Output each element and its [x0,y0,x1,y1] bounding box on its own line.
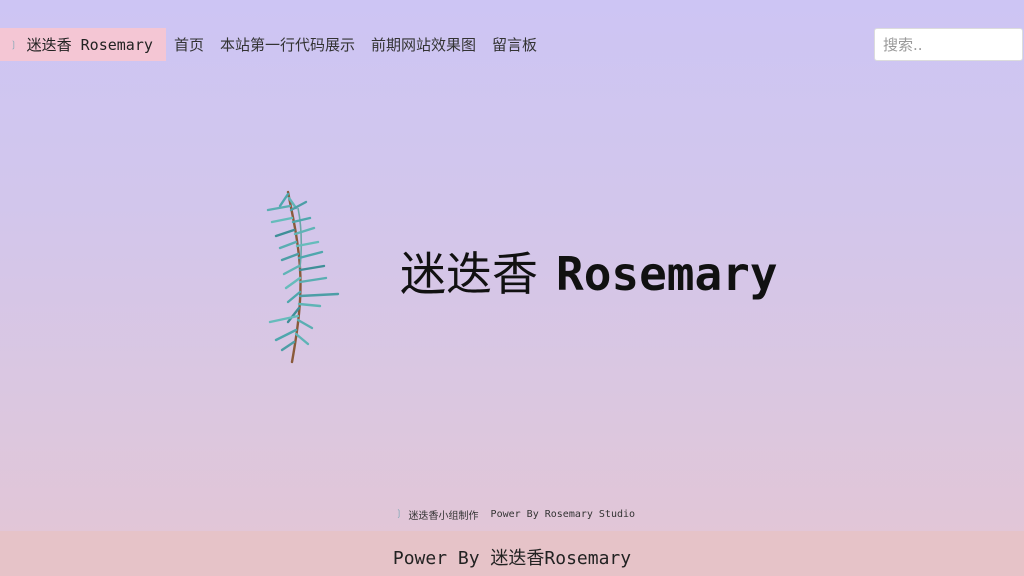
footer-text: Power By 迷迭香Rosemary [392,547,632,569]
credit-team: 迷迭香小组制作 [408,510,479,522]
credit-line: ❳ 迷迭香小组制作 Power By Rosemary Studio [395,506,635,522]
rosemary-image [266,190,340,364]
hero-title-cn: 迷迭香 [400,247,538,301]
navbar: ❳ 迷迭香 Rosemary 首页 本站第一行代码展示 前期网站效果图 留言板 [0,0,1024,88]
credit-studio: Power By Rosemary Studio [490,508,636,520]
brand-link[interactable]: ❳ 迷迭香 Rosemary [0,28,166,61]
nav-link-early-designs[interactable]: 前期网站效果图 [371,34,476,55]
search-input[interactable] [874,28,1023,61]
nav-link-guestbook[interactable]: 留言板 [492,34,537,55]
nav-links: 首页 本站第一行代码展示 前期网站效果图 留言板 [174,28,553,61]
nav-link-home[interactable]: 首页 [174,34,204,55]
credit-icon: ❳ [395,509,403,519]
hero-title: 迷迭香 Rosemary [400,242,778,306]
hero-title-en: Rosemary [556,247,778,301]
footer: Power By 迷迭香Rosemary [0,531,1024,576]
brand-icon: ❳ [10,38,17,51]
brand-label: 迷迭香 Rosemary [26,36,153,54]
nav-link-first-code[interactable]: 本站第一行代码展示 [220,34,355,55]
